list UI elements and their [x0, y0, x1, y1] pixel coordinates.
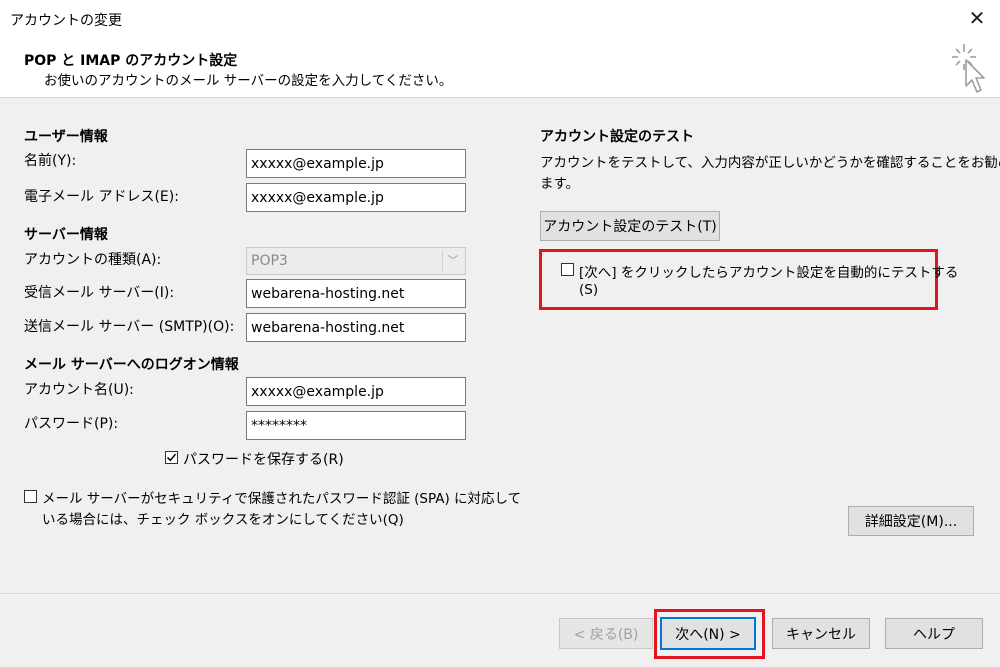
spa-label-line1: メール サーバーがセキュリティで保護されたパスワード認証 (SPA) に対応して	[42, 491, 522, 507]
incoming-server-field[interactable]	[246, 279, 466, 308]
outgoing-server-field[interactable]	[246, 313, 466, 342]
close-button[interactable]: ✕	[962, 4, 992, 32]
spa-checkbox[interactable]	[24, 490, 37, 503]
incoming-server-label: 受信メール サーバー(I):	[24, 285, 175, 301]
more-settings-button[interactable]: 詳細設定(M)...	[848, 506, 974, 536]
footer-divider	[0, 593, 1000, 594]
header-title: POP と IMAP のアカウント設定	[24, 53, 238, 69]
auto-test-checkbox[interactable]	[561, 263, 574, 276]
save-password-option[interactable]: パスワードを保存する(R)	[165, 449, 365, 469]
help-button[interactable]: ヘルプ	[885, 618, 983, 649]
password-label: パスワード(P):	[24, 416, 119, 432]
user-info-heading: ユーザー情報	[24, 129, 108, 145]
account-type-label: アカウントの種類(A):	[24, 252, 162, 268]
password-field[interactable]	[246, 411, 466, 440]
name-field[interactable]	[246, 149, 466, 178]
account-name-label: アカウント名(U):	[24, 382, 134, 398]
account-name-field[interactable]	[246, 377, 466, 406]
save-password-label: パスワードを保存する(R)	[183, 452, 344, 468]
email-field[interactable]	[246, 183, 466, 212]
title-bar	[0, 0, 1000, 37]
account-type-value: POP3	[251, 253, 288, 269]
window-title: アカウントの変更	[10, 13, 122, 29]
outgoing-server-label: 送信メール サーバー (SMTP)(O):	[24, 319, 235, 335]
header-subtitle: お使いのアカウントのメール サーバーの設定を入力してください。	[44, 73, 453, 89]
server-info-heading: サーバー情報	[24, 227, 108, 243]
auto-test-label-line2: (S)	[579, 282, 599, 298]
name-label: 名前(Y):	[24, 153, 77, 169]
next-button[interactable]: 次へ(N) >	[660, 617, 756, 650]
test-description-line1: アカウントをテストして、入力内容が正しいかどうかを確認することをお勧めし	[540, 155, 1000, 171]
test-account-button[interactable]: アカウント設定のテスト(T)	[540, 211, 720, 241]
save-password-checkbox[interactable]	[165, 451, 178, 464]
chevron-down-icon: ﹀	[442, 250, 463, 272]
email-label: 電子メール アドレス(E):	[24, 189, 179, 205]
checkmark-icon	[166, 453, 177, 462]
auto-test-label-line1: [次へ] をクリックしたらアカウント設定を自動的にテストする	[579, 265, 959, 281]
spa-label-line2: いる場合には、チェック ボックスをオンにしてください(Q)	[42, 512, 404, 528]
cancel-button[interactable]: キャンセル	[772, 618, 870, 649]
logon-info-heading: メール サーバーへのログオン情報	[24, 357, 239, 373]
test-heading: アカウント設定のテスト	[540, 129, 694, 145]
magic-wand-cursor-icon	[952, 44, 985, 93]
back-button[interactable]: < 戻る(B)	[559, 618, 653, 649]
account-type-select: POP3 ﹀	[246, 247, 466, 275]
test-description-line2: ます。	[540, 176, 580, 192]
